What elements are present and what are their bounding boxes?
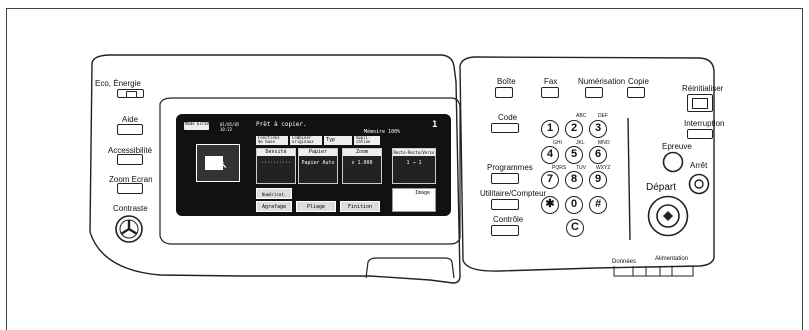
function-value: Papier Auto [301,160,335,166]
zoom-ecran-button[interactable] [117,183,143,194]
numerisation-label: Numérisation [578,77,626,86]
keypad-key-star[interactable]: ✱ [541,196,559,214]
controle-label: Contrôle [493,215,524,224]
tab-application[interactable]: Appli-cation [354,136,380,145]
interruption-label: Interruption [684,119,725,128]
keypad-key-0[interactable]: 0 [565,196,583,214]
keypad-letters-ghi: GHI [553,140,562,146]
keypad-key-9[interactable]: 9 [589,171,607,189]
arret-label: Arrêt [690,161,708,170]
keypad-key-3[interactable]: 3 [589,120,607,138]
alimentation-label: Alimentation [655,256,689,262]
keypad-key-clear[interactable]: C [566,219,584,237]
reinitialiser-button[interactable] [687,94,713,112]
fax-button[interactable] [541,87,559,98]
boite-label: Boîte [497,77,516,86]
keypad-letters-jkl: JKL [576,140,585,146]
pliage-button[interactable]: Pliage [296,201,336,212]
screen-mode-indicator: Mode Ecran [184,122,209,130]
eco-energie-button[interactable] [117,89,144,98]
keypad-key-4[interactable]: 4 [541,146,559,164]
epreuve-button[interactable] [662,151,684,173]
function-title: Zoom [343,149,381,156]
copie-button[interactable] [627,87,645,98]
power-save-icon [126,91,137,98]
keypad-letters-pqrs: PQRS [552,165,567,171]
code-label: Code [498,113,518,122]
utilitaire-compteur-button[interactable] [491,199,519,210]
contraste-label: Contraste [113,204,148,213]
function-value: x 1.000 [351,160,373,166]
keypad-key-1[interactable]: 1 [541,120,559,138]
utilitaire-compteur-label: Utilitaire/Compteur [480,189,547,198]
fax-label: Fax [544,77,558,86]
function-value: 1 → 1 [406,160,422,166]
boite-button[interactable] [495,87,513,98]
keypad-key-hash[interactable]: # [589,196,607,214]
screen-message: Prêt à copier. [256,121,307,128]
screen-copies: 1 [432,120,438,130]
platen-preview: ↖ [196,144,240,182]
aide-label: Aide [122,115,139,124]
interruption-button[interactable] [687,129,713,139]
agrafage-button[interactable]: Agrafage [256,201,292,212]
touch-screen[interactable]: Mode Ecran 01/05/05 10:22 Prêt à copier.… [176,114,451,216]
numerisat-separee-button[interactable]: Numérisat. séparée [256,188,292,208]
function-title: Recto-Recto/Verso [393,149,435,156]
controle-button[interactable] [491,225,519,236]
function-papier[interactable]: Papier Papier Auto [298,148,338,184]
keypad-letters-mno: MNO [598,140,610,146]
screen-memory: Mémoire 100% [364,129,401,135]
donnees-label: Données [612,259,637,265]
function-value: ·········· [260,160,292,166]
eco-energie-label: Eco, Énergie [95,79,141,88]
depart-label: Départ [646,182,677,193]
function-recto-verso[interactable]: Recto-Recto/Verso 1 → 1 [392,148,436,184]
screen-datetime: 01/05/05 10:22 [220,122,240,132]
keypad-key-8[interactable]: 8 [565,171,583,189]
finition-button[interactable]: Finition [340,201,380,212]
image-panel[interactable]: Image [392,188,436,212]
arrow-icon: ↖ [219,160,228,171]
accessibilite-button[interactable] [117,154,143,165]
programmes-button[interactable] [491,173,519,184]
aide-button[interactable] [117,124,143,135]
reset-icon [692,98,708,109]
arret-button[interactable] [688,173,710,195]
keypad-key-2[interactable]: 2 [565,120,583,138]
keypad-letters-def: DEF [598,113,608,119]
tab-combiner-originaux[interactable]: Combiner originaux [290,136,322,145]
tab-typ-orig[interactable]: Typ orig [324,136,352,145]
numerisation-button[interactable] [585,87,603,98]
keypad-key-7[interactable]: 7 [541,171,559,189]
keypad-key-6[interactable]: 6 [589,146,607,164]
keypad-letters-tuv: TUV [576,165,586,171]
depart-button[interactable] [647,195,689,237]
programmes-label: Programmes [487,163,533,172]
function-title: Densité [257,149,295,156]
keypad-letters-abc: ABC [576,113,587,119]
keypad-key-5[interactable]: 5 [565,146,583,164]
function-densite[interactable]: Densité ·········· [256,148,296,184]
tab-fonctions-de-base[interactable]: Fonctions de base [256,136,288,145]
code-button[interactable] [491,123,519,133]
epreuve-label: Epreuve [662,142,692,151]
reinitialiser-label: Réinitialiser [682,84,724,93]
copie-label: Copie [628,77,649,86]
function-zoom[interactable]: Zoom x 1.000 [342,148,382,184]
function-title: Papier [299,149,337,156]
contraste-dial[interactable] [114,214,144,244]
